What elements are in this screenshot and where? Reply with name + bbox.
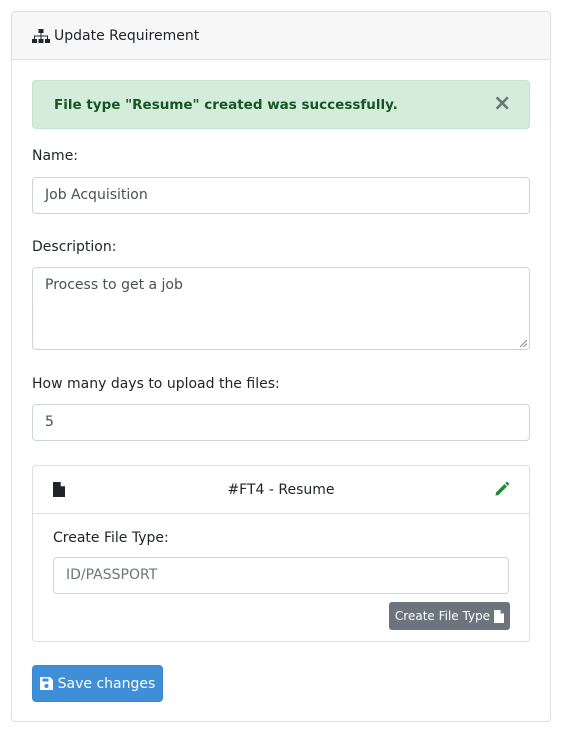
create-file-type-button-label: Create File Type bbox=[394, 609, 491, 623]
resize-grip-icon[interactable] bbox=[519, 339, 527, 347]
floppy-disk-icon bbox=[39, 677, 53, 690]
name-label: Name: bbox=[32, 148, 79, 164]
file-type-panel: #FT4 - Resume Create File Type: ID/PASSP… bbox=[32, 465, 530, 642]
success-alert: File type "Resume" created was successfu… bbox=[32, 80, 530, 129]
card-header: Update Requirement bbox=[12, 12, 550, 60]
file-icon bbox=[53, 482, 65, 497]
close-icon[interactable]: × bbox=[493, 93, 511, 115]
days-field[interactable]: 5 bbox=[32, 404, 530, 441]
description-label: Description: bbox=[32, 239, 117, 255]
description-value: Process to get a job bbox=[45, 277, 183, 293]
sitemap-icon bbox=[32, 28, 50, 44]
name-field[interactable]: Job Acquisition bbox=[32, 177, 530, 214]
description-field[interactable]: Process to get a job bbox=[32, 267, 530, 350]
file-type-header: #FT4 - Resume bbox=[33, 466, 529, 514]
alert-message: File type "Resume" created was successfu… bbox=[54, 96, 398, 113]
requirement-card: Update Requirement File type "Resume" cr… bbox=[11, 11, 551, 722]
save-button[interactable]: Save changes bbox=[32, 665, 163, 702]
file-icon bbox=[494, 609, 505, 623]
pencil-icon[interactable] bbox=[494, 481, 510, 497]
save-button-label: Save changes bbox=[57, 675, 156, 692]
create-file-type-button[interactable]: Create File Type bbox=[389, 602, 510, 630]
file-type-input[interactable]: ID/PASSPORT bbox=[53, 557, 509, 594]
create-file-type-label: Create File Type: bbox=[53, 530, 169, 546]
file-type-title: #FT4 - Resume bbox=[227, 481, 335, 498]
days-label: How many days to upload the files: bbox=[32, 376, 280, 392]
page-title: Update Requirement bbox=[54, 27, 200, 44]
